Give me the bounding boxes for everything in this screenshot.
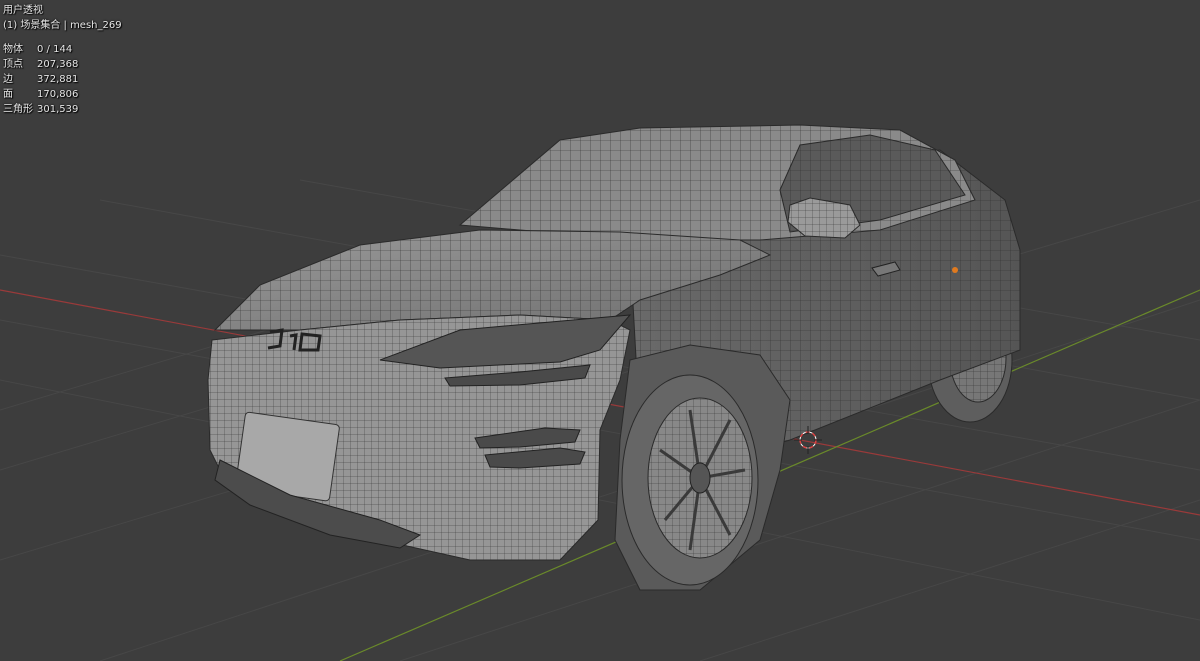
- scene-canvas[interactable]: [0, 0, 1200, 661]
- stat-row: 边 372,881: [3, 72, 122, 87]
- stat-label: 顶点: [3, 59, 23, 70]
- stat-row: 三角形 301,539: [3, 102, 122, 117]
- stat-value: 372,881: [37, 74, 79, 85]
- stat-value: 0 / 144: [37, 44, 73, 55]
- stat-label: 三角形: [3, 104, 33, 115]
- stat-label: 边: [3, 74, 13, 85]
- selection-dot: [952, 267, 958, 273]
- car-mesh[interactable]: [207, 124, 1021, 591]
- 3d-viewport[interactable]: 用户透视 (1) 场景集合 | mesh_269 物体 0 / 144 顶点 2…: [0, 0, 1200, 661]
- view-name: 用户透视: [3, 5, 43, 16]
- collection-info: (1) 场景集合 | mesh_269: [3, 20, 122, 31]
- stat-row: 顶点 207,368: [3, 57, 122, 72]
- stat-value: 207,368: [37, 59, 79, 70]
- stat-value: 301,539: [37, 104, 79, 115]
- stat-label: 面: [3, 89, 13, 100]
- stat-row: 面 170,806: [3, 87, 122, 102]
- viewport-info-overlay: 用户透视 (1) 场景集合 | mesh_269 物体 0 / 144 顶点 2…: [3, 3, 122, 117]
- stat-value: 170,806: [37, 89, 79, 100]
- stat-row: 物体 0 / 144: [3, 42, 122, 57]
- scene-statistics: 物体 0 / 144 顶点 207,368 边 372,881 面 170,80…: [3, 42, 122, 117]
- stat-label: 物体: [3, 44, 23, 55]
